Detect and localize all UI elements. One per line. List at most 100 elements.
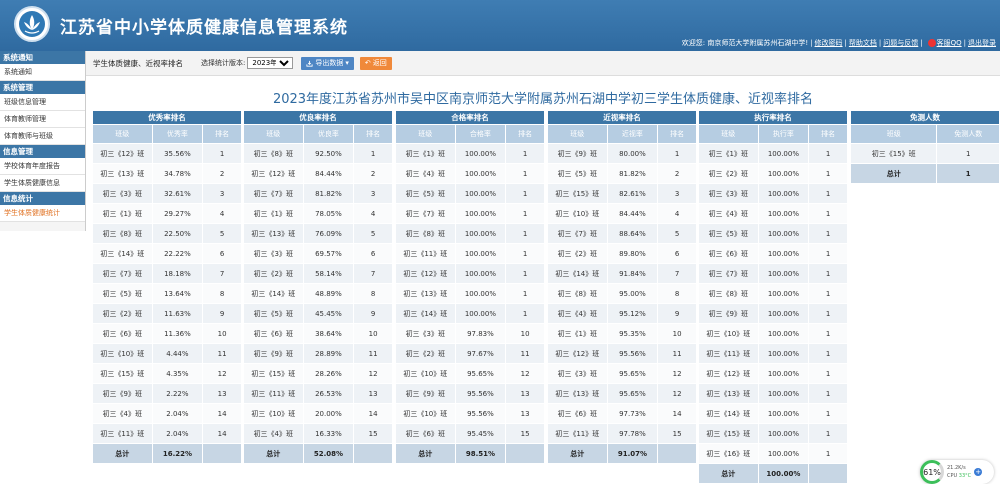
table-cell: 14	[202, 423, 242, 444]
plus-icon[interactable]: +	[974, 468, 983, 476]
table-cell: 88.64%	[606, 223, 659, 244]
feedback-link[interactable]: 问题与反馈	[883, 38, 918, 48]
table-title: 免测人数	[850, 110, 1000, 125]
table-cell: 初三《7》班	[92, 263, 153, 284]
table-row: 初三《4》班 100.00% 1	[698, 203, 848, 224]
table-cell: 100.00%	[757, 143, 810, 164]
table-cell: 4.44%	[151, 343, 204, 364]
table-cell: 2.04%	[151, 403, 204, 424]
table-cell: 11	[202, 343, 242, 364]
table-cell: 班级	[92, 124, 153, 144]
cpu-widget[interactable]: 61% 21.2K/s CPU 33°C +	[920, 460, 994, 484]
sidebar-item-health-stats[interactable]: 学生体质健康统计	[0, 205, 85, 222]
table-cell: 2	[657, 163, 697, 184]
table-cell: 81.82%	[606, 163, 659, 184]
table-cell: 班级	[395, 124, 456, 144]
sidebar-item-teacher-class[interactable]: 体育教师与班级	[0, 128, 85, 145]
table-cell: 32.61%	[151, 183, 204, 204]
table-cell: 1	[808, 243, 848, 264]
table-row: 初三《3》班 69.57% 6	[243, 243, 393, 264]
sidebar-item-system-notice[interactable]: 系统通知	[0, 64, 85, 81]
table-cell: 初三《8》班	[395, 223, 456, 244]
qq-icon	[927, 39, 936, 47]
table-cell: 初三《3》班	[243, 243, 304, 264]
table-cell: 100.00%	[454, 163, 507, 184]
table-cell: 1	[505, 163, 545, 184]
table-cell: 12	[657, 383, 697, 404]
table-cell: 初三《7》班	[395, 203, 456, 224]
sidebar-item-annual-report[interactable]: 学校体育年度报告	[0, 158, 85, 175]
table-cell: 84.44%	[606, 203, 659, 224]
table-cell: 1	[808, 263, 848, 284]
app-header: 江苏省中小学体质健康信息管理系统 欢迎您: 南京师范大学附属苏州石湖中学! | …	[0, 0, 1000, 51]
table-row: 初三《12》班 100.00% 1	[698, 363, 848, 384]
table-title-row: 近视率排名	[547, 110, 697, 125]
table-row: 初三《14》班 100.00% 1	[395, 303, 545, 324]
table-row: 初三《1》班 100.00% 1	[395, 143, 545, 164]
table-cell: 95.65%	[454, 363, 507, 384]
export-icon	[306, 60, 313, 67]
table-cell: 排名	[353, 124, 393, 144]
sidebar-item-teacher-manage[interactable]: 体育教师管理	[0, 111, 85, 128]
table-row: 初三《6》班 38.64% 10	[243, 323, 393, 344]
sidebar-item-class-info[interactable]: 班级信息管理	[0, 94, 85, 111]
table-cell: 78.05%	[302, 203, 355, 224]
table-cell: 35.56%	[151, 143, 204, 164]
back-arrow-icon: ↶	[364, 58, 371, 67]
table-cell: 100.00%	[454, 263, 507, 284]
table-cell: 总计	[547, 443, 608, 464]
sidebar-group-notice[interactable]: 系统通知	[0, 51, 85, 64]
sidebar-group-info[interactable]: 信息管理	[0, 145, 85, 158]
table-cell: 80.00%	[606, 143, 659, 164]
table-row: 初三《9》班 95.56% 13	[395, 383, 545, 404]
table-cell: 初三《2》班	[243, 263, 304, 284]
table-cell: 总计	[849, 163, 938, 184]
table-row: 初三《1》班 29.27% 4	[92, 203, 242, 224]
table-row: 初三《3》班 97.83% 10	[395, 323, 545, 344]
table-row: 初三《13》班 76.09% 5	[243, 223, 393, 244]
table-cell: 91.84%	[606, 263, 659, 284]
table-header-row: 班级 优秀率 排名	[92, 124, 242, 144]
table-cell: 初三《9》班	[698, 303, 759, 324]
sidebar-group-system[interactable]: 系统管理	[0, 81, 85, 94]
help-doc-link[interactable]: 帮助文档	[849, 38, 877, 48]
table-cell: 100.00%	[757, 243, 810, 264]
sidebar-item-student-health[interactable]: 学生体质健康信息	[0, 175, 85, 192]
table-cell: 10	[353, 323, 393, 344]
sidebar-group-stats[interactable]: 信息统计	[0, 192, 85, 205]
table-row: 初三《4》班 2.04% 14	[92, 403, 242, 424]
logout-link[interactable]: 退出登录	[968, 38, 996, 48]
table-cell: 初三《10》班	[92, 343, 153, 364]
back-button[interactable]: ↶ 返回	[359, 56, 392, 70]
table-cell: 初三《13》班	[698, 383, 759, 404]
table-cell: 48.89%	[302, 283, 355, 304]
change-password-link[interactable]: 修改密码	[815, 38, 843, 48]
table-cell: 初三《13》班	[243, 223, 304, 244]
table-row: 初三《7》班 81.82% 3	[243, 183, 393, 204]
table-cell: 13	[505, 383, 545, 404]
table-cell: 5	[353, 223, 393, 244]
table-row: 初三《11》班 97.78% 15	[547, 423, 697, 444]
qq-link[interactable]: 客服QQ	[937, 38, 962, 48]
table-cell: 16.22%	[151, 443, 204, 464]
divider: |	[810, 39, 813, 47]
table-cell: 1	[505, 183, 545, 204]
table-cell: 初三《7》班	[547, 223, 608, 244]
table-cell: 100.00%	[757, 323, 810, 344]
export-button[interactable]: 导出数据 ▾	[301, 56, 354, 70]
divider: |	[920, 39, 923, 47]
table-cell: 初三《1》班	[243, 203, 304, 224]
table-cell: 班级	[243, 124, 304, 144]
table-row: 初三《14》班 100.00% 1	[698, 403, 848, 424]
table-row: 初三《6》班 97.73% 14	[547, 403, 697, 424]
table-cell: 100.00%	[757, 163, 810, 184]
table-cell: 近视率	[606, 124, 659, 144]
table-row: 初三《9》班 28.89% 11	[243, 343, 393, 364]
table-cell: 初三《10》班	[395, 403, 456, 424]
table-row: 初三《5》班 13.64% 8	[92, 283, 242, 304]
version-select[interactable]: 2023年度	[247, 57, 294, 69]
table-row: 初三《11》班 26.53% 13	[243, 383, 393, 404]
table-cell: 1	[808, 143, 848, 164]
table-cell: 8	[657, 283, 697, 304]
table-row: 初三《9》班 100.00% 1	[698, 303, 848, 324]
